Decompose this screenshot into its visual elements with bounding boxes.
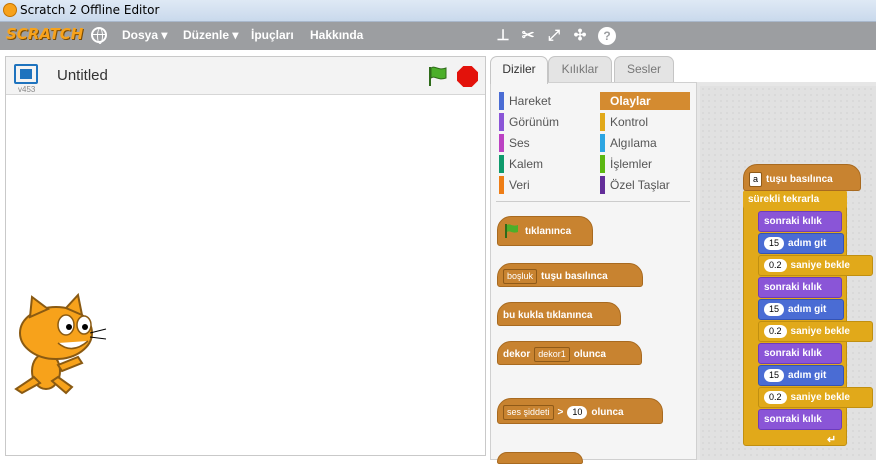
scratch-logo[interactable]: SCRATCH xyxy=(6,25,83,47)
wait-input[interactable]: 0.2 xyxy=(764,259,787,272)
version-label: v453 xyxy=(18,85,36,94)
move-steps-block[interactable]: 15 adım git xyxy=(758,233,844,254)
tab-costumes[interactable]: Kılıklar xyxy=(548,56,612,83)
stage-panel: v453 Untitled xyxy=(5,56,486,456)
key-dropdown[interactable]: boşluk xyxy=(503,269,538,284)
language-globe-icon[interactable] xyxy=(91,27,107,44)
menu-edit[interactable]: Düzenle ▾ xyxy=(183,28,238,42)
next-costume-block[interactable]: sonraki kılık xyxy=(758,343,842,364)
wait-block[interactable]: 0.2 saniye bekle xyxy=(758,387,873,408)
category-motion[interactable]: Hareket xyxy=(499,92,551,110)
next-costume-block[interactable]: sonraki kılık xyxy=(758,277,842,298)
presentation-mode-icon[interactable] xyxy=(14,64,38,84)
shrink-icon[interactable]: ✣ xyxy=(571,27,589,45)
category-control[interactable]: Kontrol xyxy=(600,113,648,131)
next-costume-block[interactable]: sonraki kılık xyxy=(758,211,842,232)
delete-scissors-icon[interactable]: ✂ xyxy=(519,27,537,45)
forever-loop-label: sürekli tekrarla xyxy=(743,190,847,209)
category-pen[interactable]: Kalem xyxy=(499,155,543,173)
next-costume-block[interactable]: sonraki kılık xyxy=(758,409,842,430)
backdrop-dropdown[interactable]: dekor1 xyxy=(534,347,570,362)
when-sensor-greater-block[interactable]: ses şiddeti >10 olunca xyxy=(497,398,663,424)
category-sound[interactable]: Ses xyxy=(499,134,530,152)
when-a-key-pressed-block[interactable]: a tuşu basılınca xyxy=(743,164,861,191)
wait-block[interactable]: 0.2 saniye bekle xyxy=(758,321,873,342)
sensor-dropdown[interactable]: ses şiddeti xyxy=(503,405,554,420)
stage-header: v453 Untitled xyxy=(6,57,485,95)
wait-input[interactable]: 0.2 xyxy=(764,391,787,404)
steps-input[interactable]: 15 xyxy=(764,237,785,250)
loop-arrow-icon: ↵ xyxy=(827,434,837,446)
when-flag-clicked-block[interactable]: tıklanınca xyxy=(497,216,593,246)
category-events[interactable]: Olaylar xyxy=(600,92,690,110)
category-looks[interactable]: Görünüm xyxy=(499,113,559,131)
duplicate-stamp-icon[interactable]: ⊥ xyxy=(494,27,512,45)
wait-input[interactable]: 0.2 xyxy=(764,325,787,338)
steps-input[interactable]: 15 xyxy=(764,303,785,316)
palette-divider xyxy=(496,201,690,202)
grow-icon[interactable]: ⤢ xyxy=(545,27,563,45)
stop-icon[interactable] xyxy=(457,66,478,87)
hat-key-dropdown[interactable]: a xyxy=(749,172,763,187)
steps-input[interactable]: 15 xyxy=(764,369,785,382)
category-data[interactable]: Veri xyxy=(499,176,530,194)
sensor-value-input[interactable]: 10 xyxy=(567,406,588,419)
category-operators[interactable]: İşlemler xyxy=(600,155,652,173)
tab-sounds[interactable]: Sesler xyxy=(614,56,674,83)
menu-bar: SCRATCH Dosya ▾ Düzenle ▾ İpuçları Hakkı… xyxy=(0,22,876,50)
window-title: Scratch 2 Offline Editor xyxy=(20,3,160,17)
help-icon[interactable]: ? xyxy=(598,27,616,45)
wait-block[interactable]: 0.2 saniye bekle xyxy=(758,255,873,276)
category-sensing[interactable]: Algılama xyxy=(600,134,657,152)
green-flag-icon xyxy=(505,224,518,239)
menu-about[interactable]: Hakkında xyxy=(310,28,363,42)
when-backdrop-switches-block[interactable]: dekor dekor1 olunca xyxy=(497,341,642,365)
tab-scripts[interactable]: Diziler xyxy=(490,56,548,84)
menu-file[interactable]: Dosya ▾ xyxy=(122,28,167,42)
move-steps-block[interactable]: 15 adım git xyxy=(758,365,844,386)
when-sprite-clicked-block[interactable]: bu kukla tıklanınca xyxy=(497,302,621,326)
when-key-pressed-block[interactable]: boşluk tuşu basılınca xyxy=(497,263,643,287)
window-titlebar: Scratch 2 Offline Editor xyxy=(0,0,876,22)
green-flag-icon[interactable] xyxy=(426,65,448,87)
move-steps-block[interactable]: 15 adım git xyxy=(758,299,844,320)
menu-tips[interactable]: İpuçları xyxy=(251,28,294,42)
project-title[interactable]: Untitled xyxy=(57,67,108,84)
scratch-app-icon xyxy=(3,3,17,17)
cat-sprite[interactable] xyxy=(8,293,108,397)
next-palette-block[interactable] xyxy=(497,452,583,464)
category-more-blocks[interactable]: Özel Taşlar xyxy=(600,176,670,194)
